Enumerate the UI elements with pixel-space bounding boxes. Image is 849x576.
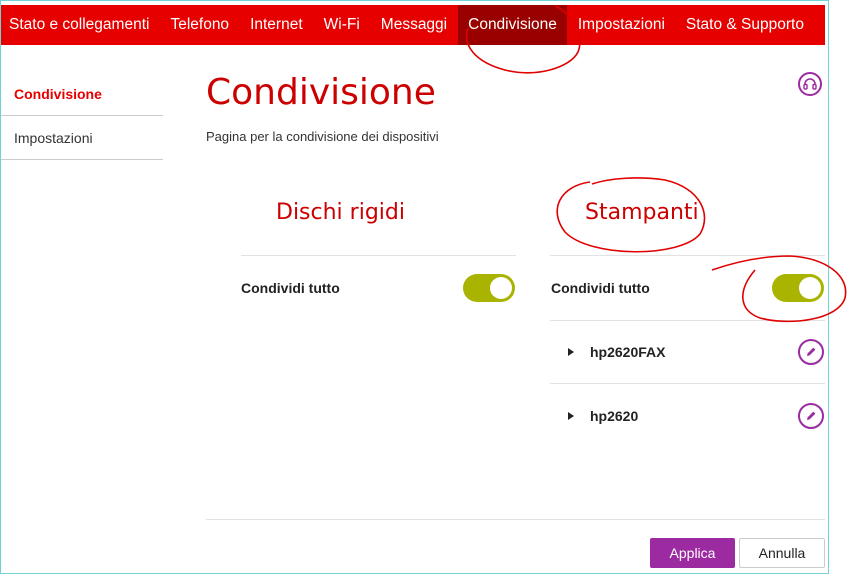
sidebar: Condivisione Impostazioni [1,72,163,160]
printer-row-divider [550,383,825,384]
top-navigation: Stato e collegamenti Telefono Internet W… [1,5,825,45]
headset-icon[interactable] [798,72,822,96]
printers-share-all-label: Condividi tutto [551,280,650,296]
printers-title: Stampanti [585,200,699,225]
cancel-button[interactable]: Annulla [739,538,825,568]
disks-share-all-toggle[interactable] [463,274,515,302]
toggle-knob [799,277,821,299]
nav-telefono[interactable]: Telefono [160,5,240,45]
nav-stato-supporto[interactable]: Stato & Supporto [675,5,814,45]
footer-divider [206,519,825,520]
printers-share-all-toggle[interactable] [772,274,824,302]
disks-divider [241,255,516,256]
nav-wifi[interactable]: Wi-Fi [313,5,370,45]
apply-button[interactable]: Applica [650,538,735,568]
printers-divider [550,255,825,256]
printer-name[interactable]: hp2620FAX [590,344,665,360]
nav-impostazioni[interactable]: Impostazioni [567,5,675,45]
nav-internet[interactable]: Internet [240,5,314,45]
sidebar-item-impostazioni[interactable]: Impostazioni [1,116,163,160]
nav-messaggi[interactable]: Messaggi [370,5,457,45]
nav-stato-collegamenti[interactable]: Stato e collegamenti [1,5,160,45]
pencil-icon[interactable] [798,403,824,429]
page-description: Pagina per la condivisione dei dispositi… [206,129,439,144]
disks-share-all-label: Condividi tutto [241,280,340,296]
pencil-icon[interactable] [798,339,824,365]
printer-row-divider [550,320,825,321]
page-title: Condivisione [206,72,436,113]
caret-right-icon[interactable] [568,412,574,420]
printer-name[interactable]: hp2620 [590,408,638,424]
nav-condivisione[interactable]: Condivisione [457,5,568,45]
sidebar-item-condivisione[interactable]: Condivisione [1,72,163,116]
toggle-knob [490,277,512,299]
caret-right-icon[interactable] [568,348,574,356]
disks-title: Dischi rigidi [276,200,405,225]
